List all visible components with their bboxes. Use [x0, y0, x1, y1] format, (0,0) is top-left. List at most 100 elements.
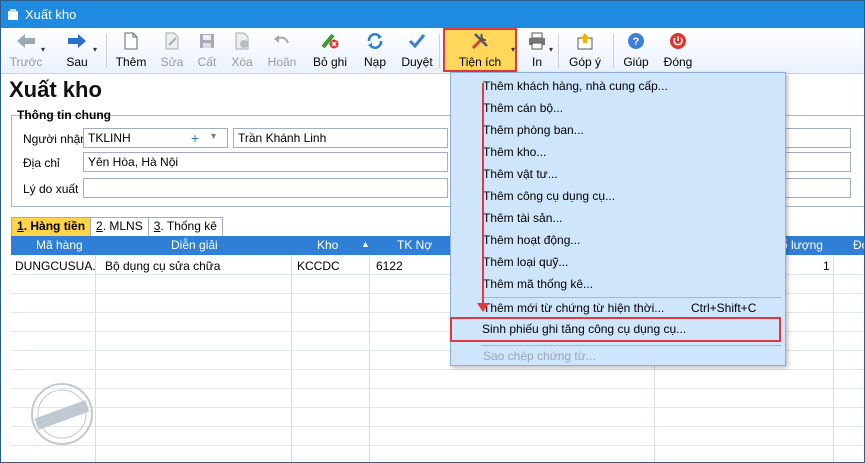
- receiver-code-input[interactable]: TKLINH + ▾: [83, 128, 228, 148]
- save-icon: [200, 34, 214, 48]
- tab-hang-tien[interactable]: 1. Hàng tiền: [11, 217, 92, 236]
- delete-icon: [235, 32, 249, 50]
- checkmark-icon: [408, 34, 426, 49]
- chevron-down-icon[interactable]: ▾: [549, 45, 553, 54]
- menu-item-add-stat-code[interactable]: Thêm mã thống kê...: [483, 277, 593, 291]
- annotation-arrow-head: [477, 303, 489, 312]
- menu-item-new-from-voucher[interactable]: Thêm mới từ chứng từ hiện thời... Ctrl+S…: [483, 301, 783, 315]
- reason-input[interactable]: [83, 178, 448, 198]
- address-input[interactable]: Yên Hòa, Hà Nội: [83, 152, 448, 172]
- window-title: Xuất kho: [25, 7, 77, 22]
- chevron-down-icon[interactable]: ▾: [93, 45, 97, 54]
- grid-column-line: [833, 255, 834, 462]
- grid-row-line: [11, 407, 864, 408]
- unpost-button[interactable]: Bỏ ghi: [311, 30, 349, 72]
- toolbar-separator: [613, 34, 614, 68]
- sample-data-watermark: [31, 383, 93, 445]
- cell-code[interactable]: DUNGCUSUA...: [15, 259, 95, 273]
- menu-item-add-asset[interactable]: Thêm tài sản...: [483, 211, 562, 225]
- sort-asc-icon[interactable]: ▲: [361, 239, 370, 249]
- tools-icon: [471, 33, 488, 50]
- tab-thong-ke[interactable]: 3. Thống kê: [147, 217, 223, 236]
- cell-quantity[interactable]: 1: [823, 259, 833, 273]
- toolbar-separator: [106, 34, 107, 68]
- reason-label: Lý do xuất: [23, 182, 79, 196]
- shortcut-label: Ctrl+Shift+C: [691, 301, 757, 315]
- svg-text:?: ?: [633, 36, 640, 48]
- menu-item-add-store[interactable]: Thêm kho...: [483, 145, 546, 159]
- edit-icon: [165, 32, 179, 50]
- reload-button[interactable]: Nạp: [361, 30, 389, 72]
- cell-description[interactable]: Bộ dụng cụ sửa chữa: [105, 259, 285, 273]
- menu-item-copy-voucher[interactable]: Sao chép chứng từ...: [483, 349, 596, 363]
- arrow-left-icon: [17, 34, 35, 48]
- menu-item-add-customer[interactable]: Thêm khách hàng, nhà cung cấp...: [483, 79, 668, 93]
- menu-item-add-tool[interactable]: Thêm công cụ dụng cụ...: [483, 189, 615, 203]
- grid-row-line: [11, 445, 864, 446]
- utilities-button[interactable]: Tiện ích ▾: [447, 30, 515, 72]
- arrow-right-icon: [68, 34, 86, 48]
- undo-icon: [274, 35, 289, 44]
- plus-icon[interactable]: +: [191, 130, 199, 146]
- cell-debit[interactable]: 6122: [376, 259, 446, 273]
- toolbar-separator: [439, 34, 440, 68]
- toolbar-separator: [558, 34, 559, 68]
- toolbar: Trước ▾ Sau ▾ Thêm Sửa Cất Xóa Hoãn Bỏ g…: [1, 28, 864, 74]
- column-header-debit[interactable]: TK Nợ: [397, 238, 432, 252]
- power-icon: [670, 33, 686, 49]
- feedback-button[interactable]: Góp ý: [567, 30, 603, 72]
- column-header-store[interactable]: Kho: [317, 238, 338, 252]
- menu-item-add-activity[interactable]: Thêm hoạt động...: [483, 233, 580, 247]
- chevron-down-icon[interactable]: ▾: [41, 45, 45, 54]
- edit-button[interactable]: Sửa: [158, 30, 186, 72]
- group-title: Thông tin chung: [17, 108, 111, 122]
- menu-item-add-material[interactable]: Thêm vật tư...: [483, 167, 558, 181]
- column-header-description[interactable]: Diễn giải: [171, 238, 218, 252]
- add-button[interactable]: Thêm: [114, 30, 148, 72]
- grid-column-line: [369, 255, 370, 462]
- menu-separator: [481, 297, 781, 298]
- annotation-arrow: [482, 83, 484, 305]
- menu-item-add-fund-type[interactable]: Thêm loại quỹ...: [483, 255, 568, 269]
- unpost-icon: [321, 33, 339, 49]
- menu-item-add-staff[interactable]: Thêm cán bộ...: [483, 101, 563, 115]
- address-extra-input[interactable]: [779, 152, 851, 172]
- grid-row-line: [11, 369, 864, 370]
- page-title: Xuất kho: [9, 77, 102, 102]
- grid-column-line: [291, 255, 292, 462]
- help-button[interactable]: ? Giúp: [621, 30, 651, 72]
- undo-button[interactable]: Hoãn: [265, 30, 299, 72]
- printer-icon: [529, 32, 545, 50]
- tab-mlns[interactable]: 2. MLNS: [90, 217, 149, 236]
- close-button[interactable]: Đóng: [661, 30, 695, 72]
- menu-separator: [481, 345, 781, 346]
- help-icon: ?: [628, 33, 644, 49]
- back-button[interactable]: Trước ▾: [9, 30, 45, 72]
- new-document-icon: [124, 32, 138, 50]
- menu-item-add-department[interactable]: Thêm phòng ban...: [483, 123, 584, 137]
- chevron-down-icon[interactable]: ▾: [511, 45, 515, 54]
- cell-store[interactable]: KCCDC: [297, 259, 367, 273]
- title-bar: Xuất kho: [1, 1, 864, 28]
- detail-tabs: 1. Hàng tiền 2. MLNS 3. Thống kê: [11, 217, 223, 236]
- main-window: Xuất kho Trước ▾ Sau ▾ Thêm Sửa Cất Xóa: [0, 0, 865, 463]
- grid-row-line: [11, 426, 864, 427]
- print-button[interactable]: In ▾: [523, 30, 553, 72]
- receiver-extra-input[interactable]: [779, 128, 851, 148]
- next-button[interactable]: Sau ▾: [59, 30, 97, 72]
- column-header-unit[interactable]: Đơ: [853, 238, 864, 252]
- app-icon: [8, 8, 18, 20]
- reason-extra-input[interactable]: [779, 178, 851, 198]
- menu-item-generate-tool-increase[interactable]: Sinh phiếu ghi tăng công cụ dụng cụ...: [482, 322, 686, 336]
- approve-button[interactable]: Duyệt: [399, 30, 435, 72]
- delete-button[interactable]: Xóa: [228, 30, 256, 72]
- receiver-name-input[interactable]: Trần Khánh Linh: [233, 128, 448, 148]
- chevron-down-icon[interactable]: ▾: [211, 131, 216, 142]
- feedback-icon: [577, 33, 593, 50]
- refresh-icon: [367, 33, 383, 49]
- receiver-label: Người nhận: [23, 132, 87, 146]
- save-button[interactable]: Cất: [193, 30, 221, 72]
- grid-row-line: [11, 388, 864, 389]
- address-label: Địa chỉ: [23, 156, 60, 170]
- column-header-code[interactable]: Mã hàng: [36, 238, 83, 252]
